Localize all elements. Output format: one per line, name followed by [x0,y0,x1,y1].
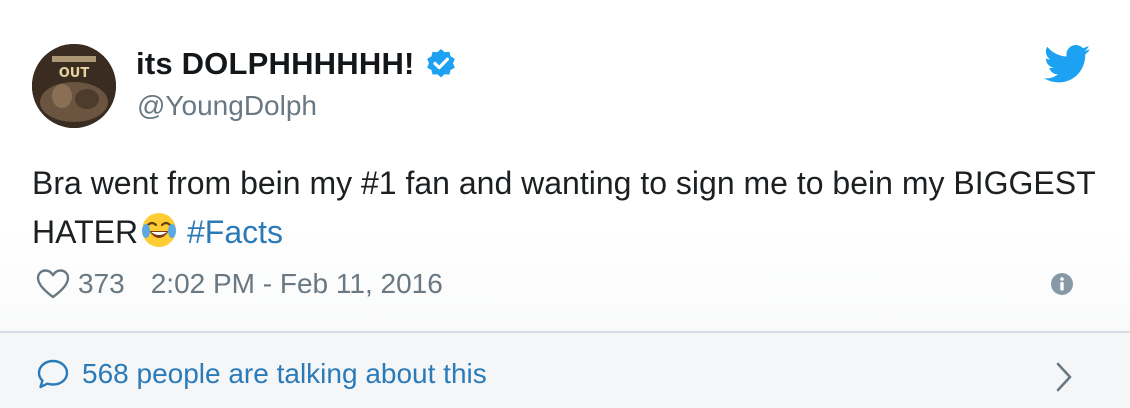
avatar[interactable]: OUT [32,44,116,128]
tweet-meta: 373 2:02 PM - Feb 11, 2016 [36,264,443,304]
hashtag-link[interactable]: #Facts [187,214,283,250]
tweet-card: OUT its DOLPHHHHHH! @YoungDolph Bra went… [0,0,1130,408]
talking-about-text: 568 people are talking about this [82,358,487,389]
talking-about-link[interactable]: 568 people are talking about this [36,358,487,390]
avatar-image: OUT [32,44,116,128]
heart-icon[interactable] [36,268,70,300]
chevron-right-icon[interactable] [1054,360,1074,394]
avatar-text: OUT [59,66,90,81]
author-display-name[interactable]: its DOLPHHHHHH! [136,46,415,82]
tweet-text: Bra went from bein my #1 fan and wanting… [32,159,1102,257]
speech-bubble-icon [36,358,70,390]
like-count[interactable]: 373 [78,268,125,300]
author-name-row: its DOLPHHHHHH! [136,44,457,84]
twitter-bird-icon[interactable] [1044,44,1090,84]
verified-badge-icon [425,48,457,80]
face-with-tears-of-joy-icon [140,211,178,249]
info-icon[interactable] [1050,272,1074,296]
tweet-timestamp[interactable]: 2:02 PM - Feb 11, 2016 [151,268,443,300]
author-handle[interactable]: @YoungDolph [137,90,317,122]
